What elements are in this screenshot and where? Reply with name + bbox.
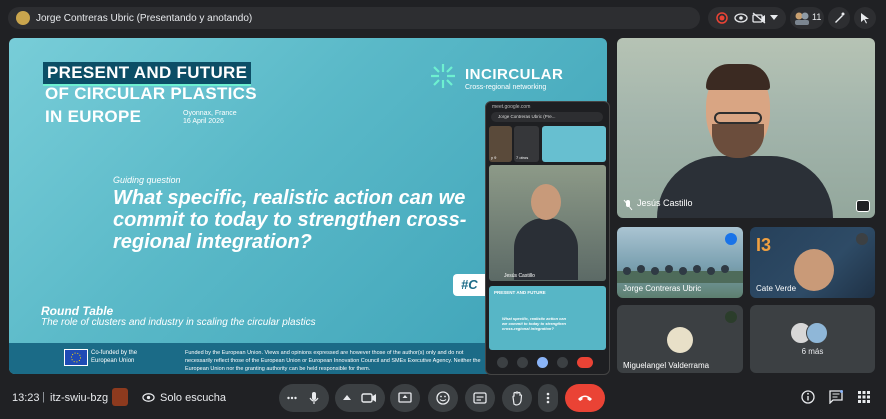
divider: | [42,391,45,403]
mic-button[interactable] [279,384,329,412]
avatar [806,322,828,344]
chevron-down-icon[interactable] [770,15,778,21]
apps-icon[interactable] [857,390,871,404]
chat-icon[interactable] [829,390,843,404]
preview-slide-title: PRESENT AND FUTURE [494,290,546,295]
audience-scene [617,265,743,283]
preview-mic-icon [497,357,508,368]
participant-beard [712,124,764,158]
raise-hand-button[interactable] [502,384,532,412]
hangup-button[interactable] [565,384,605,412]
camera-off-icon[interactable] [752,12,766,24]
presenter-label: Jorge Contreras Ubric (Presentando y ano… [36,12,253,24]
participant-count: 11 [812,12,822,22]
participant-glasses [714,112,762,124]
avatar [667,327,693,353]
eu-cofunded-text: Co-funded by the European Union [91,350,138,364]
annotate-button[interactable] [828,7,850,29]
camera-icon [361,393,376,403]
speaking-indicator-icon [725,233,737,245]
participant-tile-cate[interactable]: I3 Cate Verde [750,227,875,298]
pointer-button[interactable] [854,7,876,29]
info-icon[interactable] [801,390,815,404]
host-badge-icon[interactable] [112,388,128,406]
preview-camera-icon [517,357,528,368]
preview-speaker-name: Jesús Castillo [504,273,535,279]
preview-thumb-3 [542,126,606,162]
preview-thumb-2-label: 7 otros [516,155,529,160]
present-icon [398,392,412,403]
participant-face [794,249,834,291]
reactions-button[interactable] [428,384,458,412]
emoji-icon [436,391,450,405]
captions-button[interactable] [465,384,495,412]
participant-name: Cate Verde [756,284,797,293]
preview-slide-question: What specific, realistic action can we c… [502,316,567,331]
slide-location-date: Oyonnax, France 16 April 2026 [183,110,237,126]
eu-flag-icon [64,349,88,366]
incircular-logo [431,64,455,88]
brand-name: INCIRCULAR [465,66,564,83]
more-participants-tile[interactable]: 6 más [750,305,875,373]
roundtable-title: Round Table [41,304,114,318]
more-participants-label: 6 más [801,347,824,356]
cate-logo: I3 [756,235,772,255]
mic-off-icon [623,199,633,211]
participant-name: Miguelangel Valderrama [623,361,710,370]
presenter-banner[interactable]: Jorge Contreras Ubric (Presentando y ano… [8,7,700,29]
participant-tile-miguel[interactable]: Miguelangel Valderrama [617,305,743,373]
pen-icon [835,12,845,23]
listen-only-label: Solo escucha [160,392,227,404]
slide-title-line-1: PRESENT AND FUTURE [43,62,252,86]
participant-tile-jorge[interactable]: Jorge Contreras Ubric [617,227,743,298]
guiding-question: What specific, realistic action can we c… [113,187,467,253]
participant-hair [706,64,770,90]
slide-title-line-3: IN EUROPE [45,107,142,126]
participant-name: Jorge Contreras Ubric [623,284,702,293]
present-button[interactable] [390,384,420,412]
preview-hand-icon [557,357,568,368]
funding-disclaimer: Funded by the European Union. Views and … [185,350,481,372]
slide-place: Oyonnax, France [183,110,237,117]
camera-button[interactable] [335,384,385,412]
people-icon [795,12,809,25]
preview-speaker-head [531,184,561,220]
chevron-up-icon [343,395,351,400]
slide-title-line-2: OF CIRCULAR PLASTICS [45,84,257,103]
slide-date: 16 April 2026 [183,118,224,125]
guiding-question-label: Guiding question [113,175,181,185]
hangup-icon [578,395,592,401]
preview-url: meet.google.com [492,104,531,110]
preview-speaker-body [514,218,578,280]
captions-icon [473,392,487,404]
meeting-code: itz-swiu-bzg [50,392,109,404]
mic-icon [309,392,319,404]
preview-controls [489,353,606,371]
more-options-button[interactable] [538,384,558,412]
eye-icon[interactable] [734,12,748,24]
participant-body [657,156,833,218]
pointer-icon [861,13,869,24]
preview-topbar-text: Jorge Contreras Ubric (Pre... [498,114,556,119]
more-options-icon [287,396,297,400]
brand-subtitle: Cross-regional networking [465,84,547,91]
participant-tile-jesus[interactable]: Jesús Castillo [617,38,875,218]
pin-icon[interactable] [856,200,870,212]
record-icon[interactable] [716,12,728,24]
clock: 13:23 [12,392,40,404]
shared-screen-preview: meet.google.com Jorge Contreras Ubric (P… [485,101,610,375]
participant-name: Jesús Castillo [637,198,693,208]
preview-thumb-1-label: y 9 [491,155,497,160]
more-icon [546,392,550,404]
mic-off-icon [725,311,737,323]
eye-icon [142,393,155,402]
hand-icon [512,391,523,406]
presenter-avatar [16,11,30,25]
roundtable-subtitle: The role of clusters and industry in sca… [41,317,316,328]
mic-off-icon [856,233,868,245]
recording-controls[interactable] [708,7,786,29]
participants-button[interactable]: 11 [790,7,824,29]
preview-hangup-icon [577,357,593,368]
preview-present-icon [537,357,548,368]
